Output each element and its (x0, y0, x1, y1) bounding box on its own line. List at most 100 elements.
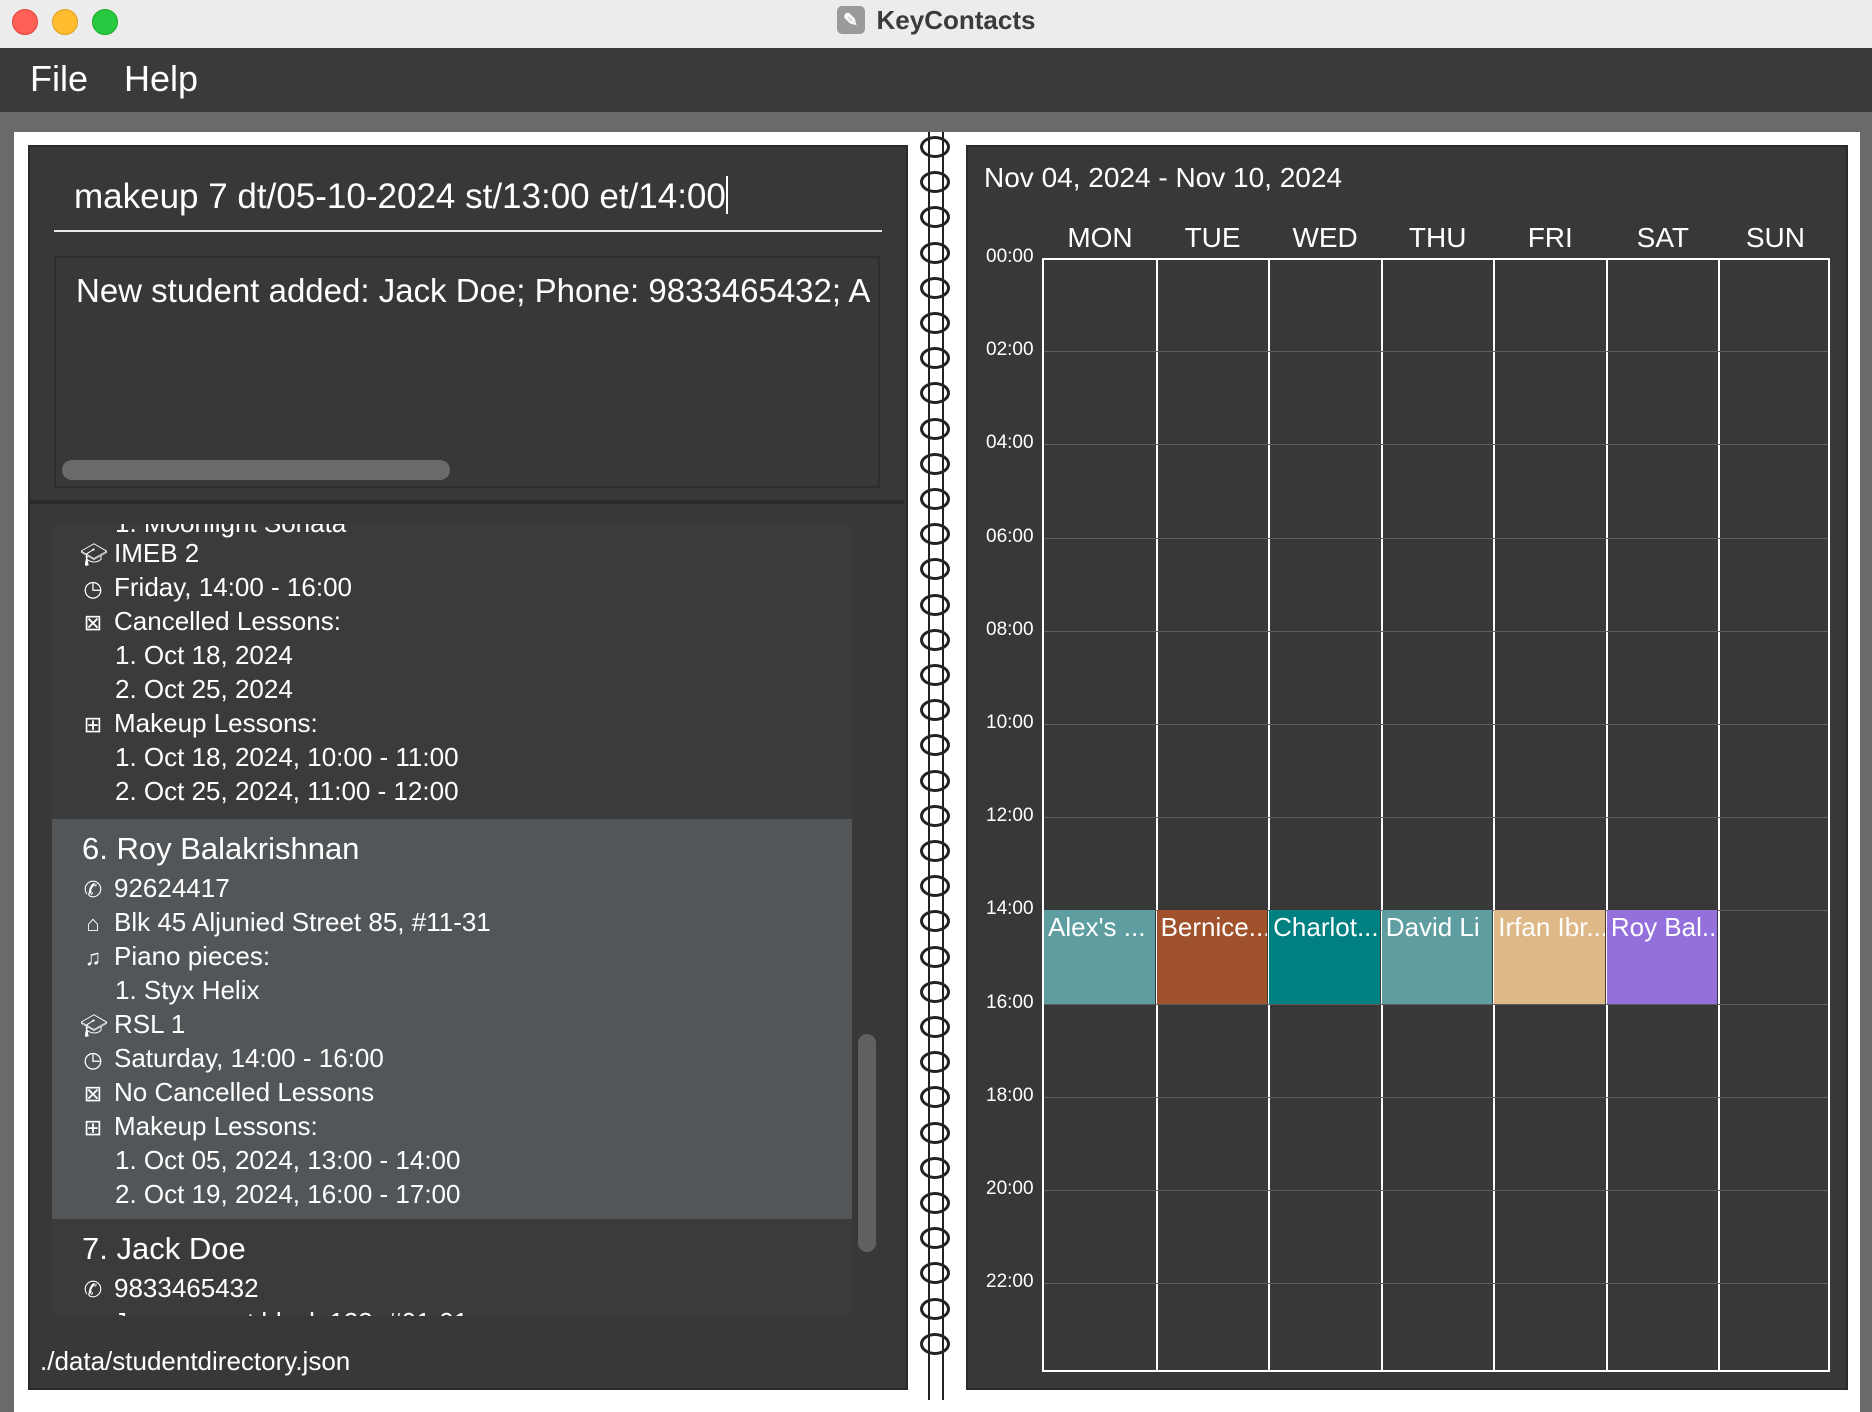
spiral-ring (920, 452, 950, 475)
calendar-add-icon: ⊞ (83, 1115, 103, 1140)
hour-label: 10:00 (986, 712, 1034, 733)
data-file-path: ./data/studentdirectory.json (40, 1346, 351, 1376)
menu-bar: File Help (0, 48, 1872, 112)
day-divider (1718, 258, 1721, 1372)
spiral-ring (920, 1121, 950, 1144)
hour-gridline (1044, 1190, 1828, 1191)
window-title: KeyContacts (876, 4, 1036, 35)
hour-label: 12:00 (986, 805, 1034, 827)
result-horizontal-scrollbar[interactable] (62, 460, 450, 480)
student-name: 7. Jack Doe (82, 1231, 246, 1266)
spiral-ring (920, 628, 950, 651)
makeup-item: 2. Oct 25, 2024, 11:00 - 12:00 (115, 776, 459, 806)
spiral-ring (920, 664, 950, 686)
hour-label: 22:00 (986, 1271, 1034, 1293)
calendar-cancel-icon: ⊠ (83, 1081, 103, 1106)
lesson-event[interactable]: Bernice... (1156, 910, 1268, 1004)
status-bar: ./data/studentdirectory.json (30, 1336, 902, 1388)
day-divider (1268, 258, 1271, 1372)
lesson-event[interactable]: Alex's ... (1044, 910, 1155, 1004)
makeup-item: 1. Oct 18, 2024, 10:00 - 11:00 (115, 742, 459, 772)
command-input[interactable]: makeup 7 dt/05-10-2024 st/13:00 et/14:00 (54, 166, 882, 232)
menu-file[interactable]: File (30, 58, 88, 100)
menu-help[interactable]: Help (124, 58, 198, 100)
student-name: 6. Roy Balakrishnan (82, 831, 360, 866)
spiral-ring (920, 241, 950, 264)
address-text: Jurong west block 123, #01-01 (114, 1307, 468, 1316)
spiral-ring (920, 769, 950, 792)
makeup-label: Makeup Lessons: (114, 708, 318, 738)
spiral-ring (920, 1156, 950, 1179)
hour-label: 18:00 (986, 1084, 1034, 1106)
makeup-item: 1. Oct 05, 2024, 13:00 - 14:00 (115, 1145, 461, 1175)
day-header-sat: SAT (1636, 222, 1690, 253)
grade-text: IMEB 2 (114, 538, 200, 568)
spiral-ring (920, 312, 950, 334)
calendar-cancel-icon: ⊠ (83, 610, 103, 635)
clock-icon: ◷ (83, 576, 103, 601)
day-divider (1380, 258, 1383, 1372)
hour-gridline (1044, 1096, 1828, 1098)
hour-label: 02:00 (986, 339, 1034, 361)
hour-gridline (1044, 444, 1828, 446)
day-header-mon: MON (1067, 222, 1133, 253)
app-logo-icon: ✎ (836, 6, 865, 34)
spiral-ring (920, 1016, 950, 1038)
hour-gridline (1044, 630, 1828, 632)
calendar-add-icon: ⊞ (83, 712, 103, 737)
cancelled-item: 2. Oct 25, 2024 (115, 674, 293, 704)
phone-icon: ✆ (83, 877, 103, 902)
spiral-ring (920, 1192, 950, 1214)
panel-divider (30, 500, 904, 504)
hour-label: 08:00 (986, 618, 1034, 640)
spiral-ring (920, 276, 950, 299)
music-note-icon: ♫ (84, 945, 102, 970)
spiral-ring (920, 1297, 950, 1320)
hour-label: 04:00 (986, 432, 1034, 454)
spiral-ring (920, 1332, 950, 1355)
makeup-label: Makeup Lessons: (114, 1111, 318, 1141)
student-card-7[interactable]: 7. Jack Doe ✆ 9833465432 ⌂ Jurong west blo… (52, 1219, 852, 1316)
cancelled-text: No Cancelled Lessons (114, 1077, 375, 1107)
lesson-event[interactable]: David Li (1381, 910, 1493, 1004)
student-card-6[interactable]: 6. Roy Balakrishnan ✆ 92624417 ⌂ Blk 45 Al… (52, 819, 852, 1219)
hour-gridline (1044, 1283, 1828, 1285)
schedule-text: Friday, 14:00 - 16:00 (114, 572, 352, 602)
schedule-text: Saturday, 14:00 - 16:00 (114, 1043, 384, 1073)
spiral-ring (920, 840, 950, 862)
home-icon: ⌂ (80, 1311, 106, 1316)
title-bar: ✎ KeyContacts (0, 0, 1872, 49)
piece-item: 1. Styx Helix (115, 975, 260, 1005)
spiral-ring (920, 593, 950, 616)
address-text: Blk 45 Aljunied Street 85, #11-31 (114, 907, 491, 937)
lesson-event[interactable]: Roy Bal... (1606, 910, 1718, 1004)
day-divider (1605, 258, 1608, 1372)
graduation-cap-icon: 🎓︎ (80, 1013, 108, 1038)
clock-icon: ◷ (83, 1047, 103, 1072)
hour-gridline (1044, 724, 1828, 725)
day-header-fri: FRI (1527, 222, 1573, 253)
student-list[interactable]: 1. Moonlight Sonata 🎓︎ IMEB 2 ◷ Friday, 14… (52, 524, 852, 1316)
calendar-grid (1042, 258, 1830, 1372)
day-divider (1493, 258, 1496, 1372)
spiral-ring (920, 980, 950, 1003)
spiral-ring (920, 136, 950, 158)
phone-text: 9833465432 (114, 1273, 259, 1303)
hour-label: 20:00 (986, 1178, 1034, 1199)
piece-item: 1. Moonlight Sonata (115, 524, 346, 539)
grade-text: RSL 1 (114, 1009, 186, 1039)
hour-label: 06:00 (986, 525, 1034, 547)
hour-label: 16:00 (986, 991, 1034, 1013)
home-icon: ⌂ (86, 911, 100, 936)
command-text: makeup 7 dt/05-10-2024 st/13:00 et/14:00 (74, 177, 726, 216)
day-header-wed: WED (1292, 222, 1358, 253)
lesson-event[interactable]: Irfan Ibr... (1494, 910, 1605, 1004)
lesson-event[interactable]: Charlot... (1269, 910, 1380, 1004)
pieces-label: Piano pieces: (114, 941, 271, 971)
spiral-ring (920, 945, 950, 968)
list-vertical-scrollbar[interactable] (858, 1034, 876, 1252)
cancelled-label: Cancelled Lessons: (114, 606, 341, 636)
result-display[interactable]: New student added: Jack Doe; Phone: 9833… (54, 256, 880, 488)
student-card-5[interactable]: 1. Moonlight Sonata 🎓︎IMEB 2 ◷ Friday, 14… (52, 524, 852, 820)
hour-gridline (1044, 537, 1828, 539)
